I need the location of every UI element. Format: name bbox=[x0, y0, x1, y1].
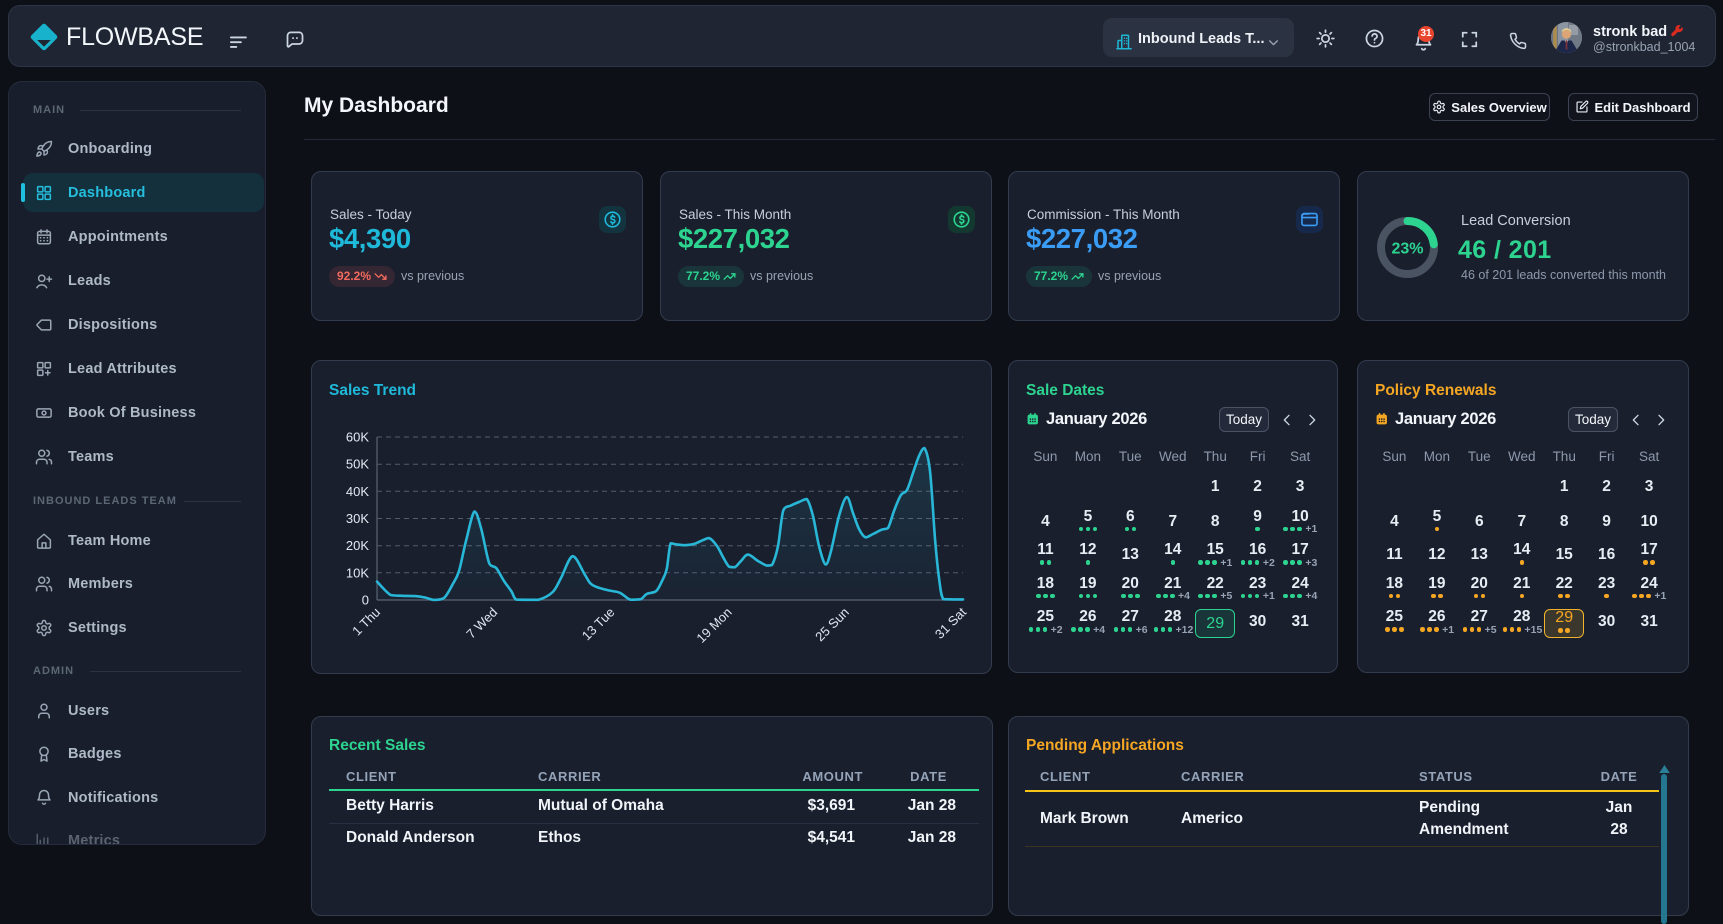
svg-text:40K: 40K bbox=[346, 484, 369, 499]
svg-text:30K: 30K bbox=[346, 511, 369, 526]
svg-text:31 Sat: 31 Sat bbox=[932, 604, 969, 641]
svg-text:20K: 20K bbox=[346, 538, 369, 553]
svg-text:10K: 10K bbox=[346, 565, 369, 580]
svg-text:50K: 50K bbox=[346, 457, 369, 472]
svg-text:0: 0 bbox=[362, 593, 369, 608]
svg-text:19 Mon: 19 Mon bbox=[693, 605, 734, 646]
svg-text:13 Tue: 13 Tue bbox=[579, 605, 618, 644]
svg-text:25 Sun: 25 Sun bbox=[812, 605, 852, 645]
svg-text:60K: 60K bbox=[346, 430, 369, 445]
svg-text:7 Wed: 7 Wed bbox=[463, 605, 500, 642]
svg-text:23%: 23% bbox=[1391, 241, 1423, 258]
svg-text:1 Thu: 1 Thu bbox=[349, 605, 383, 639]
